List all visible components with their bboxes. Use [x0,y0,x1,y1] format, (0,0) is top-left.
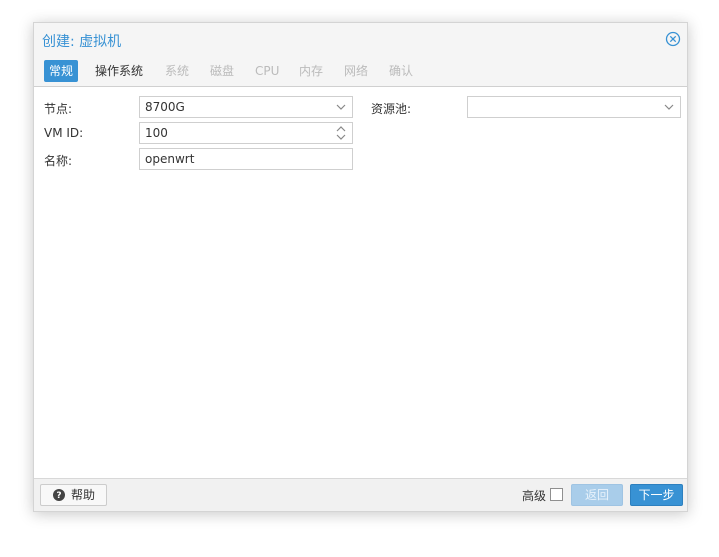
wizard-tabs: 常规 操作系统 系统 磁盘 CPU 内存 网络 确认 [34,57,687,87]
tab-confirm: 确认 [389,64,414,78]
name-label: 名称: [44,154,73,168]
chevron-down-icon [664,104,674,110]
tab-general[interactable]: 常规 [44,60,78,82]
help-button[interactable]: ? 帮助 [40,484,107,506]
tab-memory: 内存 [299,64,324,78]
spinner-icon[interactable] [335,125,347,141]
dialog-titlebar: 创建: 虚拟机 [34,23,687,57]
vmid-spinner[interactable]: 100 [139,122,353,144]
name-field[interactable]: openwrt [139,148,353,170]
close-icon[interactable] [665,31,681,47]
back-button: 返回 [571,484,623,506]
vmid-value: 100 [145,126,168,140]
node-value: 8700G [145,100,185,114]
tab-network: 网络 [344,64,369,78]
tab-system: 系统 [165,64,190,78]
advanced-label: 高级 [522,489,547,503]
create-vm-dialog: 创建: 虚拟机 常规 操作系统 系统 磁盘 CPU 内存 网络 确认 节点: 8… [33,22,688,512]
tab-disks: 磁盘 [210,64,235,78]
vmid-label: VM ID: [44,126,84,140]
node-select[interactable]: 8700G [139,96,353,118]
help-label: 帮助 [71,488,96,502]
dialog-footer: ? 帮助 高级 返回 下一步 [34,478,687,511]
node-label: 节点: [44,102,73,116]
name-value: openwrt [145,152,195,166]
tab-cpu: CPU [255,64,280,78]
chevron-down-icon [336,104,346,110]
dialog-title: 创建: 虚拟机 [42,34,122,50]
advanced-checkbox[interactable] [550,488,563,501]
question-circle-icon: ? [53,489,65,501]
pool-select[interactable] [467,96,681,118]
next-button[interactable]: 下一步 [630,484,683,506]
pool-label: 资源池: [371,102,412,116]
tab-os[interactable]: 操作系统 [91,60,147,82]
svg-text:?: ? [56,491,61,501]
general-form: 节点: 8700G VM ID: 100 名称: openwrt 资源池: [34,88,687,480]
